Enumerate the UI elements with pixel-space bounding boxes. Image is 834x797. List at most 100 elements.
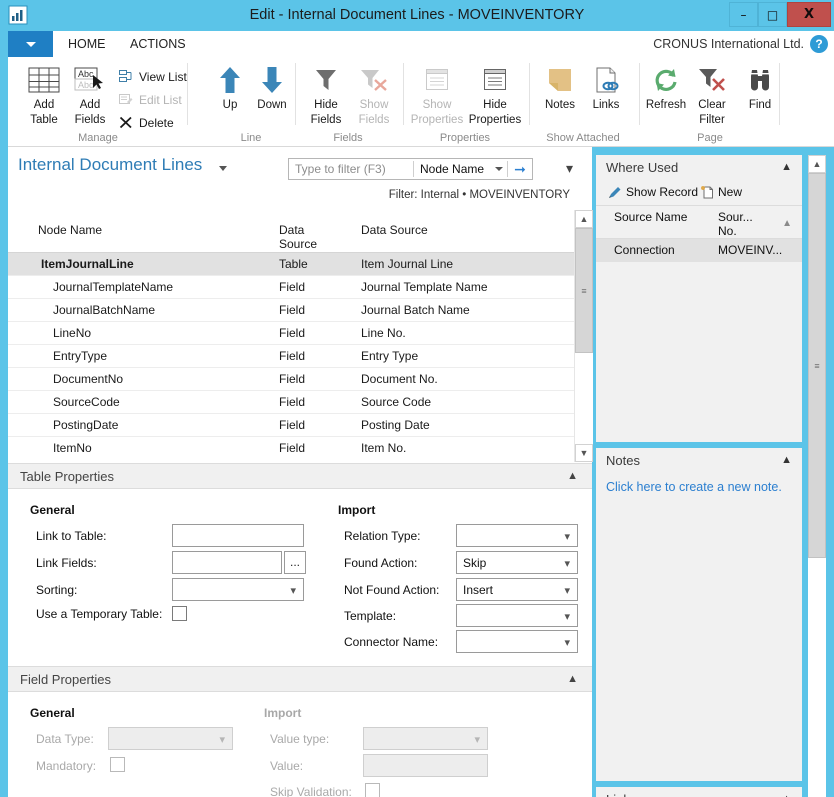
chevron-up-icon[interactable]: ▲ [781, 454, 792, 466]
add-table-button[interactable]: Add Table [20, 63, 68, 126]
cell-data-source-type: Field [279, 441, 306, 455]
hide-fields-button[interactable]: Hide Fields [302, 63, 350, 126]
column-header-data-source[interactable]: Data Source [361, 223, 428, 237]
up-button[interactable]: Up [206, 63, 254, 112]
notes-title: Notes [606, 453, 640, 468]
cell-data-source-type: Field [279, 395, 306, 409]
page-vertical-scrollbar[interactable]: ▲ ≡ [808, 155, 826, 797]
where-used-header[interactable]: Where Used ▲ [596, 155, 802, 181]
delete-button[interactable]: Delete [116, 112, 174, 133]
scroll-down-icon[interactable]: ▼ [575, 444, 593, 462]
grip-icon: ≡ [814, 360, 820, 371]
sort-asc-icon[interactable]: ▲ [782, 218, 792, 229]
notes-header[interactable]: Notes ▲ [596, 448, 802, 474]
cell-data-source: Journal Batch Name [361, 303, 470, 317]
chevron-up-icon[interactable]: ▲ [781, 793, 792, 797]
filter-info-text: Filter: Internal • MOVEINVENTORY [388, 189, 570, 201]
table-row[interactable]: EntryType Field Entry Type [8, 344, 574, 367]
find-button[interactable]: Find [736, 63, 784, 112]
grid-header-row: Node Name Data Source Type Data Source [8, 210, 574, 265]
table-row[interactable]: PostingDate Field Posting Date [8, 413, 574, 436]
down-label: Down [257, 99, 287, 111]
table-row[interactable]: DocumentNo Field Document No. [8, 367, 574, 390]
add-fields-button[interactable]: Abc Abc Add Fields [66, 63, 114, 126]
column-header-node-name[interactable]: Node Name [38, 223, 102, 237]
use-temporary-table-checkbox[interactable] [172, 606, 187, 621]
grid-vertical-scrollbar[interactable]: ▲ ≡ ▼ [574, 210, 593, 462]
not-found-action-select[interactable]: Insert ▾ [456, 578, 578, 601]
show-record-button[interactable]: Show Record [606, 183, 698, 201]
view-list-icon [116, 69, 136, 85]
view-list-button[interactable]: View List [116, 66, 187, 87]
link-fields-lookup-button[interactable]: ... [284, 551, 306, 574]
column-header-source-no[interactable]: Sour... No. [718, 210, 768, 238]
grid-viewport: Node Name Data Source Type Data Source I… [8, 210, 574, 462]
scroll-up-icon[interactable]: ▲ [575, 210, 593, 228]
application-menu-button[interactable] [8, 31, 53, 57]
close-button[interactable]: X [787, 2, 831, 27]
sorting-select[interactable]: ▾ [172, 578, 304, 601]
chevron-up-icon[interactable]: ▲ [567, 673, 578, 685]
chevron-down-icon: ▾ [219, 734, 225, 746]
new-button[interactable]: New [698, 183, 742, 201]
close-icon: X [803, 7, 815, 22]
relation-type-select[interactable]: ▾ [456, 524, 578, 547]
link-fields-input[interactable] [172, 551, 282, 574]
ribbon-group-fields: Hide Fields Show Fields Fields [296, 57, 404, 147]
list-item[interactable]: Connection MOVEINV... [596, 239, 802, 262]
cell-node-name: EntryType [53, 349, 108, 363]
minimize-button[interactable]: – [729, 2, 758, 27]
help-icon[interactable]: ? [810, 35, 828, 53]
table-row[interactable]: JournalBatchName Field Journal Batch Nam… [8, 298, 574, 321]
table-row[interactable]: JournalTemplateName Field Journal Templa… [8, 275, 574, 298]
filter-field-chevron-down-icon[interactable] [491, 167, 507, 171]
template-select[interactable]: ▾ [456, 604, 578, 627]
show-properties-label-2: Properties [410, 113, 464, 126]
tab-actions[interactable]: ACTIONS [118, 31, 198, 57]
grid-scroll-track[interactable]: ≡ [575, 228, 593, 444]
found-action-select[interactable]: Skip ▾ [456, 551, 578, 574]
scroll-up-icon[interactable]: ▲ [808, 155, 826, 173]
chevron-up-icon[interactable]: ▲ [781, 161, 792, 173]
ribbon-group-label-fields: Fields [333, 132, 363, 144]
table-properties-header[interactable]: Table Properties ▲ [8, 463, 592, 489]
clear-filter-label-1: Clear [698, 99, 726, 111]
page-title-dropdown-icon[interactable] [219, 166, 227, 171]
clear-filter-icon [688, 63, 736, 97]
field-properties-header[interactable]: Field Properties ▲ [8, 666, 592, 692]
tab-home[interactable]: HOME [56, 31, 118, 57]
chevron-down-icon: ▾ [564, 585, 570, 597]
links-header[interactable]: Links ▲ [596, 787, 802, 797]
refresh-button[interactable]: Refresh [642, 63, 690, 112]
notes-button[interactable]: Notes [536, 63, 584, 112]
filter-input[interactable] [289, 159, 413, 179]
table-row[interactable]: SourceCode Field Source Code [8, 390, 574, 413]
found-action-label: Found Action: [344, 556, 418, 570]
application-window: Edit - Internal Document Lines - MOVEINV… [0, 0, 834, 797]
grid-scroll-thumb[interactable]: ≡ [575, 228, 593, 353]
table-row[interactable]: ItemJournalLine Table Item Journal Line [8, 252, 574, 275]
connector-name-select[interactable]: ▾ [456, 630, 578, 653]
create-note-link[interactable]: Click here to create a new note. [606, 480, 782, 494]
hide-properties-button[interactable]: Hide Properties [466, 63, 524, 126]
down-button[interactable]: Down [248, 63, 296, 112]
link-fields-label: Link Fields: [36, 556, 97, 570]
chevron-up-icon[interactable]: ▲ [567, 470, 578, 482]
links-button[interactable]: Links [582, 63, 630, 112]
new-page-icon [698, 185, 716, 199]
page-scroll-track[interactable]: ≡ [808, 173, 826, 779]
page-scroll-thumb[interactable]: ≡ [808, 173, 826, 558]
clear-filter-button[interactable]: Clear Filter [688, 63, 736, 126]
filter-apply-arrow-right-icon[interactable]: ➞ [508, 161, 532, 178]
table-row[interactable]: ItemNo Field Item No. [8, 436, 574, 459]
expand-filter-pane-chevron-down-icon[interactable]: ▾ [566, 160, 573, 177]
column-header-source-name[interactable]: Source Name [614, 210, 687, 224]
link-to-table-input[interactable] [172, 524, 304, 547]
field-general-group-title: General [30, 706, 75, 720]
cell-node-name: LineNo [53, 326, 92, 340]
cell-data-source: Entry Type [361, 349, 419, 363]
table-row[interactable]: LineNo Field Line No. [8, 321, 574, 344]
value-label: Value: [270, 759, 304, 773]
maximize-button[interactable]: □ [758, 2, 787, 27]
filter-field-selector[interactable]: Node Name [414, 162, 491, 176]
